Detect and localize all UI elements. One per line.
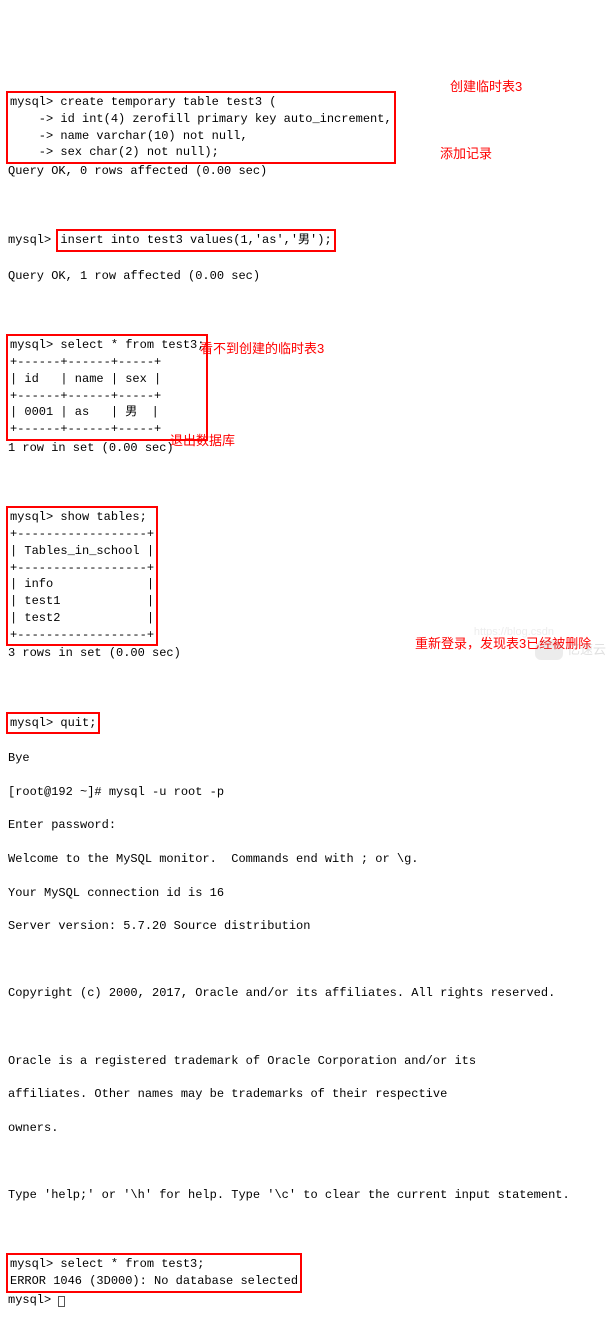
watermark-url: https://blog.csdn	[474, 625, 554, 640]
table-border: +------------------+	[10, 560, 154, 577]
annotation-quit: 退出数据库	[170, 432, 235, 450]
error-block: mysql> select * from test3;ERROR 1046 (3…	[6, 1253, 302, 1293]
terminal-output: mysql> create temporary table test3 ( ->…	[8, 75, 606, 1325]
quit-statement: mysql> quit;	[6, 712, 100, 735]
mysql-prompt-final: mysql>	[8, 1293, 58, 1307]
show-tables-block: mysql> show tables;+------------------+|…	[6, 506, 158, 646]
annotation-show-tables: 看不到创建的临时表3	[200, 340, 324, 358]
table-header: | id | name | sex |	[10, 371, 204, 388]
shell-login-cmd: [root@192 ~]# mysql -u root -p	[8, 784, 606, 801]
table-border: +------------------+	[10, 627, 154, 644]
insert-statement: insert into test3 values(1,'as','男');	[56, 229, 335, 252]
select-stmt: mysql> select * from test3;	[10, 337, 204, 354]
sql-create-line3: -> name varchar(10) not null,	[10, 128, 392, 145]
welcome-text: Welcome to the MySQL monitor. Commands e…	[8, 851, 606, 868]
table-row: | 0001 | as | 男 |	[10, 404, 204, 421]
query-result-2: Query OK, 1 row affected (0.00 sec)	[8, 268, 606, 285]
query-result-1: Query OK, 0 rows affected (0.00 sec)	[8, 163, 606, 180]
create-table-block: mysql> create temporary table test3 ( ->…	[6, 91, 396, 164]
copyright-text: Copyright (c) 2000, 2017, Oracle and/or …	[8, 985, 606, 1002]
table-header: | Tables_in_school |	[10, 543, 154, 560]
help-text: Type 'help;' or '\h' for help. Type '\c'…	[8, 1187, 606, 1204]
query-result-3: 1 row in set (0.00 sec)	[8, 440, 606, 457]
table-row: | info |	[10, 576, 154, 593]
trademark-text: affiliates. Other names may be trademark…	[8, 1086, 606, 1103]
sql-create-line1: mysql> create temporary table test3 (	[10, 94, 392, 111]
trademark-text: owners.	[8, 1120, 606, 1137]
cloud-icon	[535, 640, 563, 660]
select-stmt-2: mysql> select * from test3;	[10, 1256, 298, 1273]
error-message: ERROR 1046 (3D000): No database selected	[10, 1273, 298, 1290]
show-tables-stmt: mysql> show tables;	[10, 509, 154, 526]
watermark-text: 亿速云	[567, 641, 606, 659]
table-border: +------+------+-----+	[10, 354, 204, 371]
sql-create-line2: -> id int(4) zerofill primary key auto_i…	[10, 111, 392, 128]
trademark-text: Oracle is a registered trademark of Orac…	[8, 1053, 606, 1070]
connection-id: Your MySQL connection id is 16	[8, 885, 606, 902]
table-row: | test2 |	[10, 610, 154, 627]
server-version: Server version: 5.7.20 Source distributi…	[8, 918, 606, 935]
select-result-block: mysql> select * from test3;+------+-----…	[6, 334, 208, 441]
watermark: 亿速云	[535, 640, 606, 660]
annotation-create-table: 创建临时表3	[450, 78, 522, 96]
bye-text: Bye	[8, 750, 606, 767]
password-prompt: Enter password:	[8, 817, 606, 834]
table-row: | test1 |	[10, 593, 154, 610]
sql-create-line4: -> sex char(2) not null);	[10, 144, 392, 161]
cursor-icon	[58, 1296, 65, 1307]
table-border: +------+------+-----+	[10, 388, 204, 405]
table-border: +------------------+	[10, 526, 154, 543]
annotation-insert: 添加记录	[440, 145, 492, 163]
mysql-prompt: mysql>	[8, 233, 58, 247]
